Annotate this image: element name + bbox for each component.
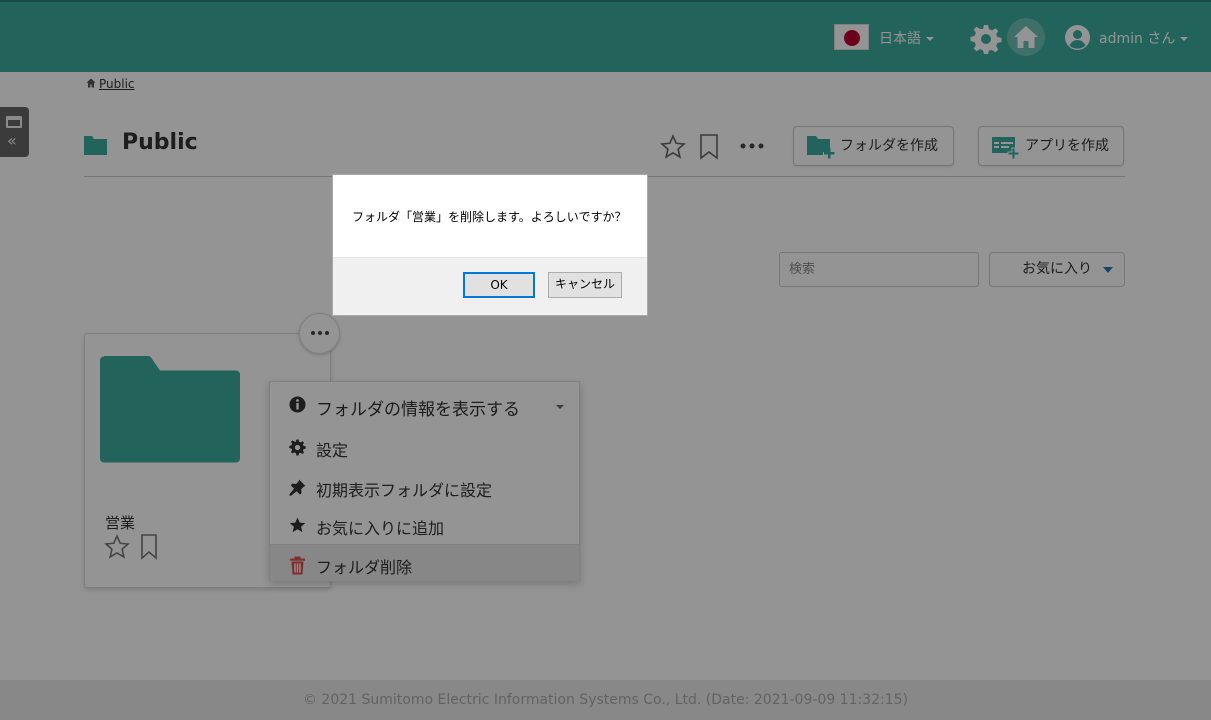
ok-button[interactable]: OK (463, 272, 535, 298)
modal-overlay (0, 0, 1211, 720)
delete-confirm-dialog: フォルダ「営業」を削除します。よろしいですか？ OK キャンセル (332, 174, 648, 316)
cancel-button[interactable]: キャンセル (548, 272, 622, 298)
dialog-footer: OK キャンセル (333, 257, 647, 315)
dialog-message: フォルダ「営業」を削除します。よろしいですか？ (352, 210, 627, 224)
